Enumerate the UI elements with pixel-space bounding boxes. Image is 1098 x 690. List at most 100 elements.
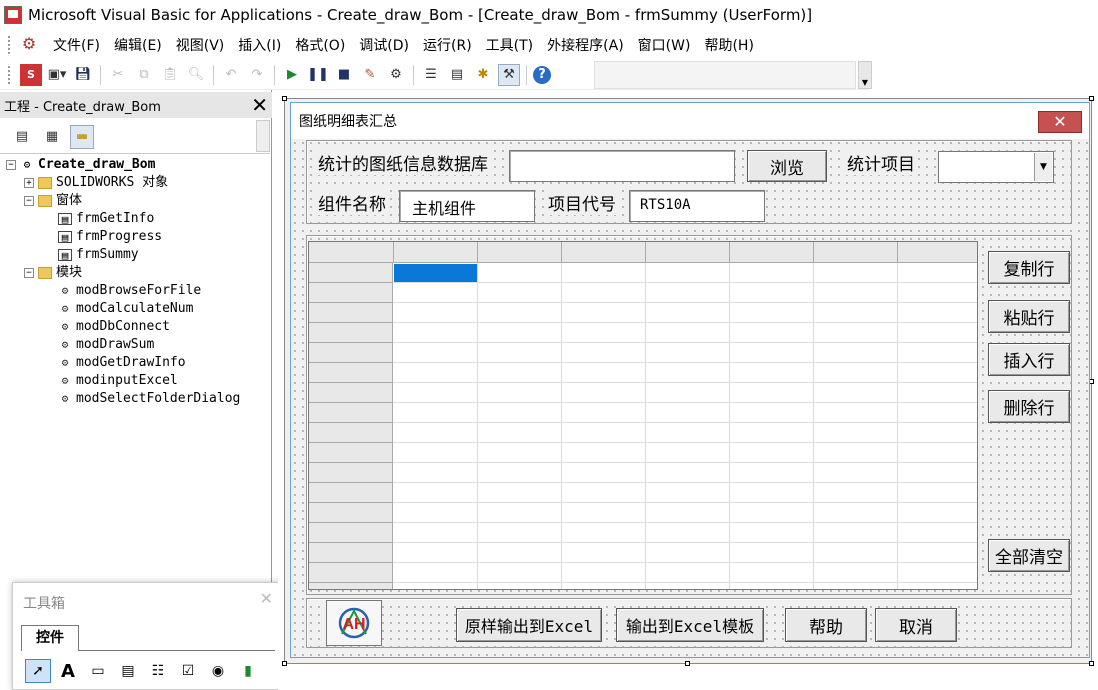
grid-row-header[interactable] (309, 423, 393, 443)
menu-tools[interactable]: 工具(T) (479, 35, 540, 55)
grid-column-header[interactable] (562, 242, 646, 263)
tree-forms-folder[interactable]: − 窗体 (6, 192, 268, 210)
tree-item-module[interactable]: ⚙ modDrawSum (6, 336, 268, 354)
collapse-icon[interactable]: − (24, 268, 34, 278)
resize-handle[interactable] (282, 661, 287, 666)
menu-addins[interactable]: 外接程序(A) (540, 35, 631, 55)
grid-row-header[interactable] (309, 563, 393, 583)
tab-controls[interactable]: 控件 (21, 625, 79, 651)
undo-icon[interactable]: ↶ (220, 64, 242, 86)
tree-item-form[interactable]: ▤ frmGetInfo (6, 210, 268, 228)
resize-handle[interactable] (685, 661, 690, 666)
assembly-input[interactable]: 主机组件 (399, 190, 535, 222)
tree-item-form[interactable]: ▤ frmProgress (6, 228, 268, 246)
grid-column-header[interactable] (394, 242, 478, 263)
combobox-icon[interactable]: ▤ (115, 659, 141, 683)
tree-modules-folder[interactable]: − 模块 (6, 264, 268, 282)
object-browser-icon[interactable]: ▤ (446, 64, 468, 86)
copy-row-button[interactable]: 复制行 (988, 251, 1070, 284)
grid-row-header[interactable] (309, 323, 393, 343)
data-grid[interactable] (308, 241, 978, 590)
stat-combo[interactable]: ▼ (938, 151, 1054, 183)
toolbar-grip[interactable] (8, 65, 12, 84)
tree-item-module[interactable]: ⚙ modDbConnect (6, 318, 268, 336)
delete-row-button[interactable]: 删除行 (988, 390, 1070, 423)
chevron-down-icon[interactable]: ▼ (1034, 153, 1052, 181)
toolbox-icon[interactable]: ✱ (472, 64, 494, 86)
grid-corner[interactable] (309, 242, 394, 263)
grid-column-header[interactable] (478, 242, 562, 263)
checkbox-icon[interactable]: ☑ (175, 659, 201, 683)
copy-icon[interactable]: ⧉ (133, 64, 155, 86)
break-icon[interactable]: ❚❚ (307, 64, 329, 86)
vba-menu-icon[interactable]: ⚙ (18, 34, 40, 56)
grid-row-header[interactable] (309, 343, 393, 363)
textbox-icon[interactable]: ▭ (85, 659, 111, 683)
grid-row-header[interactable] (309, 463, 393, 483)
toolbox-toggle-icon[interactable]: ⚒ (498, 63, 520, 86)
grid-row-header[interactable] (309, 503, 393, 523)
redo-icon[interactable]: ↷ (246, 64, 268, 86)
toolbar-options-icon[interactable]: ▼ (858, 61, 872, 89)
cut-icon[interactable]: ✂ (107, 64, 129, 86)
menu-file[interactable]: 文件(F) (46, 35, 107, 55)
grid-row-header[interactable] (309, 303, 393, 323)
grid-row-header[interactable] (309, 363, 393, 383)
grid-column-header[interactable] (646, 242, 730, 263)
togglebutton-icon[interactable]: ▮ (235, 659, 261, 683)
paste-icon[interactable]: 📋︎ (159, 64, 181, 86)
label-icon[interactable]: A (55, 659, 81, 683)
resize-handle[interactable] (1089, 661, 1094, 666)
menubar-grip[interactable] (8, 36, 12, 54)
tree-item-module[interactable]: ⚙ modSelectFolderDialog (6, 390, 268, 408)
find-icon[interactable]: 🔍︎ (185, 64, 207, 86)
help-button[interactable]: 帮助 (785, 608, 867, 642)
excel-icon[interactable]: S (20, 63, 42, 86)
grid-row-header[interactable] (309, 523, 393, 543)
menu-insert[interactable]: 插入(I) (231, 35, 288, 55)
grid-row-header[interactable] (309, 543, 393, 563)
save-icon[interactable]: 💾︎ (72, 64, 94, 86)
tree-root[interactable]: − ⚙ Create_draw_Bom (6, 156, 268, 174)
close-icon[interactable]: ✕ (1038, 111, 1082, 133)
menu-help[interactable]: 帮助(H) (697, 35, 760, 55)
grid-row-header[interactable] (309, 483, 393, 503)
collapse-icon[interactable]: − (6, 160, 16, 170)
tree-item-module[interactable]: ⚙ modinputExcel (6, 372, 268, 390)
help-icon[interactable]: ? (533, 65, 551, 84)
grid-row-header[interactable] (309, 383, 393, 403)
export-template-button[interactable]: 输出到Excel模板 (616, 608, 764, 642)
insert-userform-icon[interactable]: ▣▾ (46, 64, 68, 86)
close-icon[interactable]: ✕ (260, 589, 273, 608)
toggle-folders-icon[interactable]: ▬ (70, 124, 94, 149)
grid-row-header[interactable] (309, 443, 393, 463)
menu-view[interactable]: 视图(V) (169, 35, 232, 55)
menu-format[interactable]: 格式(O) (288, 35, 352, 55)
tree-solidworks[interactable]: + SOLIDWORKS 对象 (6, 174, 268, 192)
menu-debug[interactable]: 调试(D) (352, 35, 416, 55)
grid-row-header[interactable] (309, 283, 393, 303)
browse-button[interactable]: 浏览 (747, 150, 827, 182)
menu-window[interactable]: 窗口(W) (631, 35, 698, 55)
reset-icon[interactable]: ■ (333, 64, 355, 86)
db-path-input[interactable] (509, 150, 735, 182)
resize-handle[interactable] (1089, 96, 1094, 101)
view-object-icon[interactable]: ▦ (40, 125, 64, 149)
grid-row-header[interactable] (309, 403, 393, 423)
resize-handle[interactable] (282, 96, 287, 101)
select-objects-icon[interactable]: ➚ (25, 659, 51, 683)
clear-all-button[interactable]: 全部清空 (988, 539, 1070, 572)
grid-row-header[interactable] (309, 263, 393, 283)
design-mode-icon[interactable]: ✎ (359, 64, 381, 86)
tree-item-form[interactable]: ▤ frmSummy (6, 246, 268, 264)
paste-row-button[interactable]: 粘贴行 (988, 300, 1070, 333)
view-code-icon[interactable]: ▤ (10, 125, 34, 149)
menu-edit[interactable]: 编辑(E) (107, 35, 169, 55)
export-excel-button[interactable]: 原样输出到Excel (456, 608, 602, 642)
listbox-icon[interactable]: ☷ (145, 659, 171, 683)
tree-item-module[interactable]: ⚙ modBrowseForFile (6, 282, 268, 300)
project-code-input[interactable]: RTS10A (629, 190, 765, 222)
grid-column-header[interactable] (730, 242, 814, 263)
properties-icon[interactable]: ☰ (420, 64, 442, 86)
project-explorer-icon[interactable]: ⚙ (385, 64, 407, 86)
